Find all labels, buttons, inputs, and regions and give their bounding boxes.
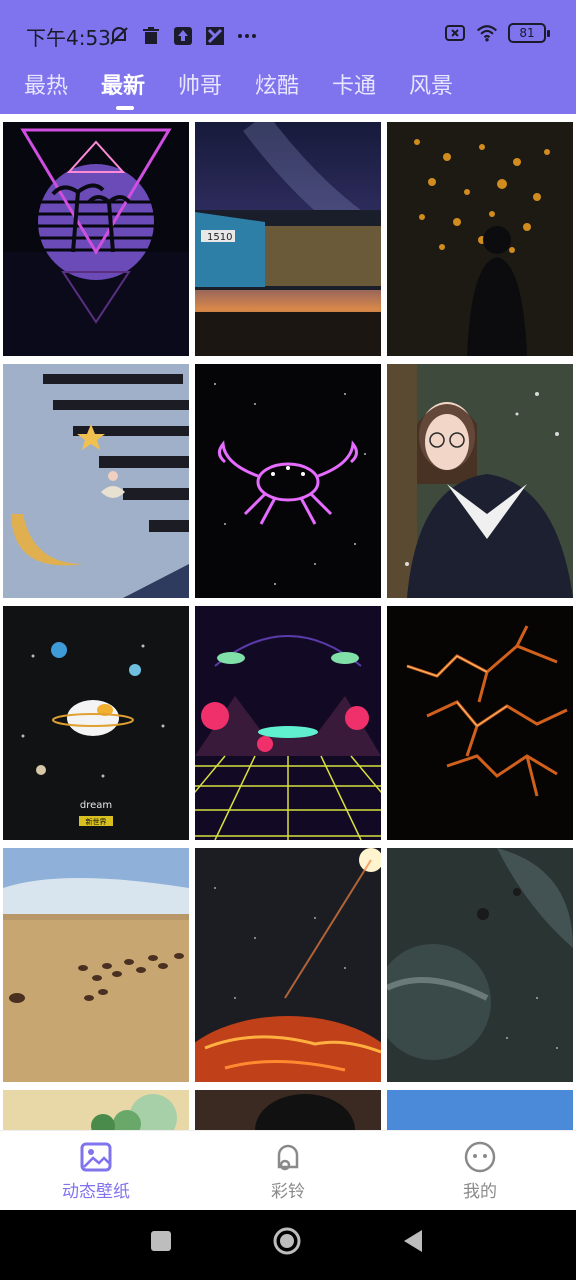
home-icon[interactable] <box>272 1226 302 1256</box>
nav-label: 彩铃 <box>271 1182 305 1202</box>
wallpaper-tile-cartoon-bushes[interactable] <box>3 1090 189 1130</box>
more-dots-icon <box>236 25 258 47</box>
nav-mine[interactable]: 我的 <box>384 1141 576 1207</box>
wallpaper-tile-retro-grid[interactable] <box>195 606 381 840</box>
tab-cool[interactable]: 炫酷 <box>255 68 299 100</box>
sim-icon <box>444 22 466 44</box>
wallpaper-tile-red-planet[interactable] <box>195 848 381 1082</box>
wallpaper-tile-green-planet[interactable] <box>387 848 573 1082</box>
wallpaper-tile-girl-uniform[interactable] <box>387 364 573 598</box>
tab-hottest[interactable]: 最热 <box>24 68 68 100</box>
image-icon <box>80 1142 112 1172</box>
train-plate: 1510 <box>207 232 232 243</box>
tab-newest[interactable]: 最新 <box>101 68 145 100</box>
wallpaper-tile-portrait-dark[interactable] <box>195 1090 381 1130</box>
wallpaper-tile-blue-sky[interactable] <box>387 1090 573 1130</box>
smiley-icon <box>464 1141 496 1173</box>
battery-level: 81 <box>519 26 535 40</box>
tab-scenery[interactable]: 风景 <box>409 68 453 100</box>
bottom-navigation: 动态壁纸 彩铃 我的 <box>0 1130 576 1210</box>
wallpaper-tile-synthwave-palm[interactable] <box>3 122 189 356</box>
bell-icon <box>277 1144 299 1171</box>
mute-icon <box>108 25 130 47</box>
tile-badge: 新世界 <box>86 817 107 826</box>
notification-icons <box>108 22 258 50</box>
wallpaper-tile-desert-horses[interactable] <box>3 848 189 1082</box>
nav-label: 动态壁纸 <box>62 1182 130 1202</box>
status-time: 下午4:53 <box>26 26 111 50</box>
app-icon <box>204 25 226 47</box>
tab-indicator <box>116 106 134 110</box>
nav-ringtone[interactable]: 彩铃 <box>192 1141 384 1207</box>
back-icon[interactable] <box>400 1228 426 1254</box>
wallpaper-tile-piano-ballerina[interactable] <box>3 364 189 598</box>
tab-cartoon[interactable]: 卡通 <box>332 68 376 100</box>
recent-apps-icon[interactable] <box>148 1228 174 1254</box>
wallpaper-grid[interactable]: 1510 dream 新世界 <box>0 122 576 1130</box>
trash-icon <box>140 25 162 47</box>
wallpaper-tile-train-galaxy[interactable]: 1510 <box>195 122 381 356</box>
nav-label: 我的 <box>463 1182 497 1202</box>
wallpaper-tile-dream-space[interactable]: dream 新世界 <box>3 606 189 840</box>
category-tabs: 最热 最新 帅哥 炫酷 卡通 风景 <box>0 66 576 114</box>
tab-handsome[interactable]: 帅哥 <box>178 68 222 100</box>
system-navigation-bar <box>0 1210 576 1280</box>
status-bar: 下午4:53 81 <box>0 0 576 70</box>
wallpaper-tile-bokeh-silhouette[interactable] <box>387 122 573 356</box>
wallpaper-tile-fire-cracks[interactable] <box>387 606 573 840</box>
battery-icon: 81 <box>508 23 550 43</box>
wallpaper-tile-neon-crab[interactable] <box>195 364 381 598</box>
tile-label-dream: dream <box>80 800 112 811</box>
upload-icon <box>172 25 194 47</box>
wifi-icon <box>476 22 498 44</box>
app-header: 下午4:53 81 最热 最新 帅哥 炫酷 卡通 风景 <box>0 0 576 114</box>
nav-live-wallpaper[interactable]: 动态壁纸 <box>0 1141 192 1207</box>
